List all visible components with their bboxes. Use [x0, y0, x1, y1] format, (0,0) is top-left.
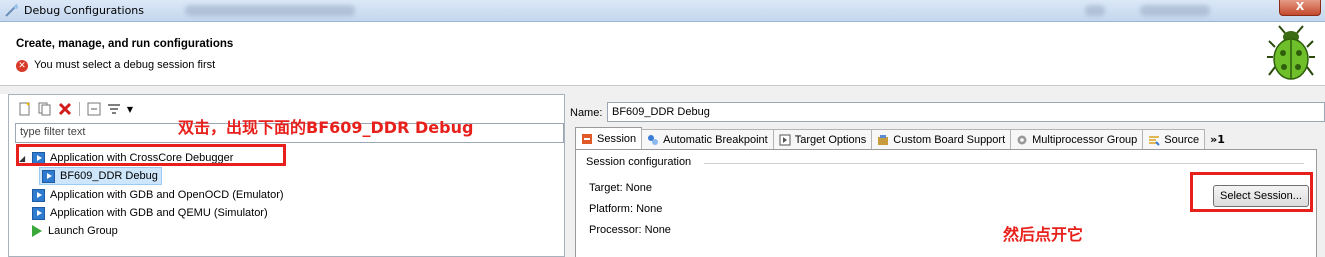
configuration-type-icon [32, 188, 45, 202]
view-menu-chevron-down-icon[interactable]: ▼ [126, 101, 134, 117]
blurred-title-region [1140, 5, 1210, 16]
tree-item-label: Launch Group [48, 225, 118, 237]
tree-item-gdb-openocd[interactable]: Application with GDB and OpenOCD (Emulat… [32, 186, 284, 204]
annotation-box-select-session [1190, 172, 1313, 212]
debug-configurations-icon [5, 4, 18, 17]
tree-item-gdb-qemu[interactable]: Application with GDB and QEMU (Simulator… [32, 204, 268, 222]
toolbar-separator [79, 102, 80, 116]
session-icon [582, 133, 592, 144]
tree-item-launch-group[interactable]: Launch Group [29, 222, 118, 240]
tab-label: Target Options [794, 133, 867, 146]
tab-label: Custom Board Support [893, 133, 1006, 146]
close-button[interactable]: X [1279, 0, 1321, 16]
tab-label: Source [1164, 133, 1200, 146]
debug-bug-icon [1267, 25, 1315, 80]
annotation-double-click: 双击，出现下面的BF609_DDR Debug [178, 118, 474, 137]
tab-label: Multiprocessor Group [1032, 133, 1138, 146]
target-options-icon [779, 134, 791, 145]
gear-icon [1017, 135, 1027, 144]
more-tabs-button[interactable]: »1 [1210, 133, 1225, 149]
board-icon [878, 134, 889, 145]
tab-custom-board-support[interactable]: Custom Board Support [871, 129, 1012, 149]
tab-session[interactable]: Session [575, 127, 643, 149]
error-icon: ✕ [16, 60, 28, 72]
group-divider [704, 163, 1304, 164]
filter-configurations-icon[interactable] [106, 101, 122, 117]
tab-label: Session [597, 132, 637, 145]
name-field[interactable]: BF609_DDR Debug [607, 102, 1325, 122]
tree-item-label: Application with GDB and QEMU (Simulator… [50, 207, 268, 219]
source-icon [1149, 135, 1161, 146]
window-title: Debug Configurations [24, 4, 145, 17]
new-configuration-icon[interactable] [17, 101, 33, 117]
tab-source[interactable]: Source [1142, 129, 1206, 149]
separator-band [0, 86, 1325, 94]
name-label: Name: [570, 107, 603, 119]
target-value: Target: None [589, 182, 652, 194]
header-message: You must select a debug session first [34, 59, 216, 71]
duplicate-configuration-icon[interactable] [37, 101, 53, 117]
session-group-title: Session configuration [586, 156, 692, 168]
tree-item-label: BF609_DDR Debug [60, 170, 158, 182]
tab-target-options[interactable]: Target Options [772, 129, 873, 149]
configurations-toolbar: ▼ [17, 99, 134, 119]
dialog-header: Create, manage, and run configurations ✕… [0, 22, 1325, 86]
processor-value: Processor: None [589, 224, 671, 236]
tab-label: Automatic Breakpoint [663, 133, 768, 146]
configuration-type-icon [32, 206, 45, 220]
breakpoint-icon [648, 134, 659, 145]
delete-configuration-icon[interactable] [57, 101, 73, 117]
tree-item-label: Application with GDB and OpenOCD (Emulat… [50, 189, 284, 201]
configuration-icon [42, 169, 55, 183]
blurred-title-region [185, 5, 355, 16]
tab-automatic-breakpoint[interactable]: Automatic Breakpoint [641, 129, 774, 149]
annotation-box-tree-item [16, 144, 286, 166]
launch-group-icon [32, 225, 42, 237]
tree-item-bf609-ddr-debug[interactable]: BF609_DDR Debug [39, 167, 162, 185]
tab-multiprocessor-group[interactable]: Multiprocessor Group [1010, 129, 1144, 149]
annotation-then-open: 然后点开它 [1003, 225, 1084, 244]
configuration-tabs: Session Automatic Breakpoint Target Opti… [575, 127, 1225, 149]
blurred-title-region [1085, 5, 1105, 16]
collapse-all-icon[interactable] [86, 101, 102, 117]
platform-value: Platform: None [589, 203, 663, 215]
window-titlebar: Debug Configurations X [0, 0, 1325, 22]
header-title: Create, manage, and run configurations [16, 38, 234, 50]
